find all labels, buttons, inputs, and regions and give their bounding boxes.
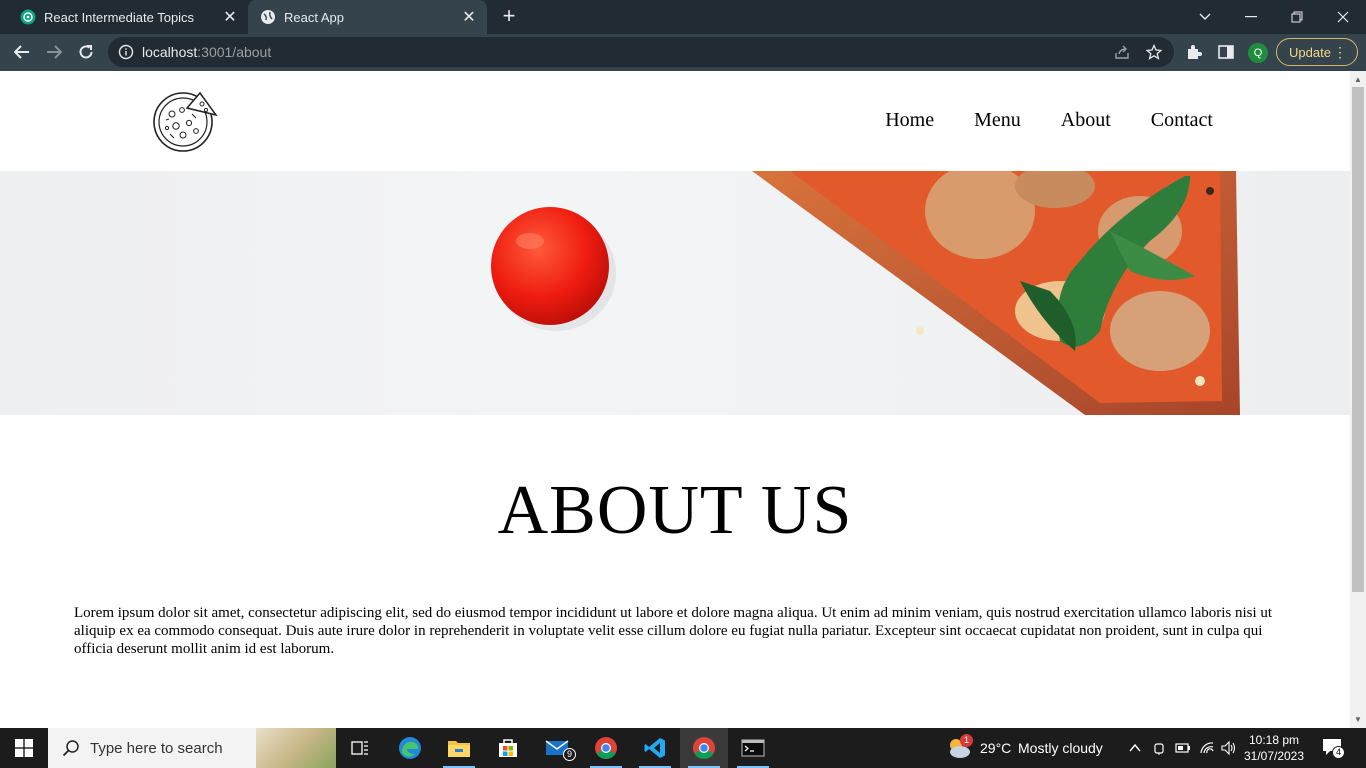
nav-link-home[interactable]: Home [885,109,934,132]
tab-close-icon[interactable]: ✕ [220,7,240,27]
mail-badge: 9 [563,748,577,761]
notification-count: 4 [1332,746,1346,759]
search-icon [62,740,79,757]
about-paragraph: Lorem ipsum dolor sit amet, consectetur … [74,605,1273,657]
url-host: localhost [142,44,198,60]
close-window-icon[interactable] [1320,0,1366,34]
file-explorer-icon[interactable] [435,728,483,768]
minimize-icon[interactable] [1228,0,1274,34]
address-bar[interactable]: localhost:3001/about [108,37,1174,67]
weather-badge: 1 [960,734,974,747]
scroll-thumb[interactable] [1352,87,1364,592]
windows-start-icon[interactable] [0,728,48,768]
restore-icon[interactable] [1274,0,1320,34]
tab-close-icon[interactable]: ✕ [459,7,479,27]
temperature-text[interactable]: 29°C [980,740,1011,756]
share-icon[interactable] [1114,44,1130,60]
chatgpt-icon [20,9,36,25]
info-icon[interactable] [118,44,134,60]
new-tab-icon[interactable]: + [497,5,521,29]
back-arrow-icon[interactable] [8,38,36,66]
tab-react-intermediate-topics[interactable]: React Intermediate Topics ✕ [8,0,248,34]
pizza-tomato-photo [491,171,1240,415]
mail-icon[interactable]: 9 [533,728,581,768]
vscode-icon[interactable] [631,728,679,768]
chrome-profile-icon[interactable] [582,728,630,768]
battery-icon[interactable] [1175,740,1191,756]
meet-now-icon[interactable] [1151,740,1167,756]
search-highlight-image [256,728,336,768]
url-text: localhost:3001/about [142,44,271,60]
site-nav-links: Home Menu About Contact [885,109,1213,132]
update-button[interactable]: Update ⋮ [1276,38,1358,66]
tab-react-app[interactable]: React App ✕ [248,0,487,34]
tab-title: React Intermediate Topics [44,9,195,25]
windows-taskbar: Type here to search 9 1 29°C Mostly clou… [0,728,1366,768]
taskbar-search-box[interactable]: Type here to search [48,728,336,768]
profile-avatar[interactable]: Q [1248,43,1268,63]
page-scrollbar[interactable]: ▲ ▼ [1350,71,1366,728]
volume-icon[interactable] [1221,740,1237,756]
side-panel-icon[interactable] [1212,38,1240,66]
weather-text[interactable]: Mostly cloudy [1018,740,1103,756]
nav-link-menu[interactable]: Menu [974,109,1021,132]
clock-date: 31/07/2023 [1243,749,1305,763]
forward-arrow-icon[interactable] [40,38,68,66]
bookmark-star-icon[interactable] [1146,44,1162,60]
hero-banner-image [0,171,1350,415]
scroll-down-icon[interactable]: ▼ [1354,715,1362,724]
chevron-up-icon[interactable] [1127,740,1143,756]
url-path: :3001/about [197,44,272,60]
terminal-icon[interactable] [729,728,777,768]
more-menu-icon[interactable]: ⋮ [1333,44,1347,61]
page-title: ABOUT US [497,472,853,549]
pizza-logo-icon[interactable] [152,90,218,152]
update-label: Update [1289,44,1331,60]
tab-strip: React Intermediate Topics ✕ React App ✕ … [0,0,1366,34]
taskbar-clock[interactable]: 10:18 pm 31/07/2023 [1240,732,1308,764]
extensions-puzzle-icon[interactable] [1180,38,1208,66]
clock-time: 10:18 pm [1248,733,1300,747]
tab-search-chevron-icon[interactable] [1182,0,1228,34]
globe-icon [260,9,276,25]
microsoft-store-icon[interactable] [484,728,532,768]
reload-icon[interactable] [72,38,100,66]
nav-link-about[interactable]: About [1061,109,1111,132]
chrome-icon[interactable] [680,728,728,768]
tab-title: React App [284,9,344,25]
weather-cloud-icon[interactable]: 1 [946,734,974,760]
site-navbar: Home Menu About Contact [0,71,1350,171]
search-placeholder: Type here to search [90,739,223,757]
edge-browser-icon[interactable] [386,728,434,768]
nav-link-contact[interactable]: Contact [1151,109,1213,132]
wifi-icon[interactable] [1199,740,1215,756]
scroll-up-icon[interactable]: ▲ [1354,75,1362,84]
browser-toolbar: localhost:3001/about Q Update ⋮ [0,34,1366,71]
task-view-icon[interactable] [336,728,384,768]
notification-center-icon[interactable]: 4 [1322,738,1348,760]
page-viewport: Home Menu About Contact ABOUT US Lorem i… [0,71,1350,728]
